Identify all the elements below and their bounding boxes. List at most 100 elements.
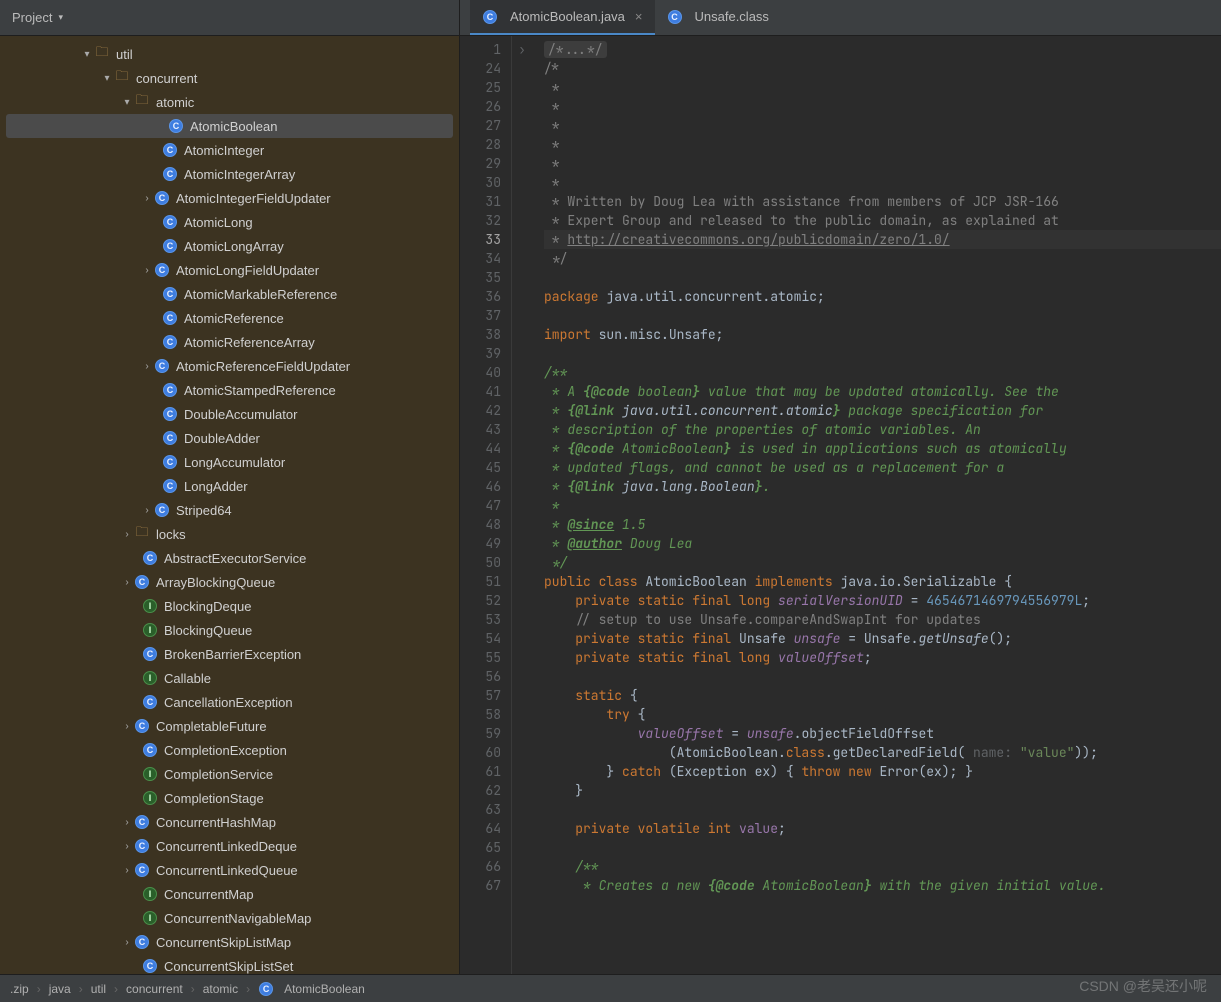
tree-row[interactable]: ›CConcurrentSkipListMap <box>0 930 459 954</box>
tree-row[interactable]: ›CAtomicLongFieldUpdater <box>0 258 459 282</box>
tree-row[interactable]: CAtomicReference <box>0 306 459 330</box>
tree-row[interactable]: ›CStriped64 <box>0 498 459 522</box>
code-line[interactable]: static { <box>544 686 1221 705</box>
tree-row[interactable]: ›CArrayBlockingQueue <box>0 570 459 594</box>
chevron-right-icon[interactable]: › <box>120 937 134 948</box>
chevron-right-icon[interactable]: › <box>140 265 154 276</box>
code-line[interactable]: // setup to use Unsafe.compareAndSwapInt… <box>544 610 1221 629</box>
code-line[interactable]: * Creates a new {@code AtomicBoolean} wi… <box>544 876 1221 895</box>
breadcrumb-item[interactable]: C AtomicBoolean <box>258 981 365 997</box>
code-line[interactable]: /** <box>544 857 1221 876</box>
chevron-right-icon[interactable]: › <box>140 193 154 204</box>
chevron-right-icon[interactable]: › <box>120 721 134 732</box>
chevron-right-icon[interactable]: › <box>140 361 154 372</box>
tree-row[interactable]: CAtomicMarkableReference <box>0 282 459 306</box>
code-line[interactable]: public class AtomicBoolean implements ja… <box>544 572 1221 591</box>
code-line[interactable]: * <box>544 97 1221 116</box>
tree-row[interactable]: IBlockingQueue <box>0 618 459 642</box>
code-line[interactable]: * http://creativecommons.org/publicdomai… <box>544 230 1221 249</box>
code-line[interactable]: } <box>544 781 1221 800</box>
tree-row[interactable]: CAtomicStampedReference <box>0 378 459 402</box>
tree-row[interactable]: CLongAdder <box>0 474 459 498</box>
chevron-right-icon[interactable]: › <box>120 865 134 876</box>
breadcrumb-item[interactable]: util <box>91 982 106 996</box>
code-line[interactable] <box>544 838 1221 857</box>
tree-row[interactable]: IConcurrentNavigableMap <box>0 906 459 930</box>
code-line[interactable]: * <box>544 135 1221 154</box>
tree-row[interactable]: ›CAtomicReferenceFieldUpdater <box>0 354 459 378</box>
code-line[interactable]: try { <box>544 705 1221 724</box>
code-line[interactable] <box>544 800 1221 819</box>
code-line[interactable]: * updated flags, and cannot be used as a… <box>544 458 1221 477</box>
tree-row[interactable]: CAtomicIntegerArray <box>0 162 459 186</box>
editor-tab[interactable]: CAtomicBoolean.java× <box>470 0 655 35</box>
tree-row[interactable]: CConcurrentSkipListSet <box>0 954 459 974</box>
tree-row[interactable]: CBrokenBarrierException <box>0 642 459 666</box>
code-line[interactable]: * @author Doug Lea <box>544 534 1221 553</box>
chevron-right-icon[interactable]: › <box>120 577 134 588</box>
breadcrumb-item[interactable]: atomic <box>203 982 238 996</box>
code-line[interactable]: * {@link java.util.concurrent.atomic} pa… <box>544 401 1221 420</box>
tree-row[interactable]: CDoubleAccumulator <box>0 402 459 426</box>
tree-row[interactable]: ICompletionService <box>0 762 459 786</box>
tree-row[interactable]: ▾🗀concurrent <box>0 66 459 90</box>
code-line[interactable]: * {@code AtomicBoolean} is used in appli… <box>544 439 1221 458</box>
tree-row[interactable]: CAtomicBoolean <box>6 114 453 138</box>
editor-tab[interactable]: CUnsafe.class <box>655 0 781 35</box>
breadcrumb-item[interactable]: .zip <box>10 982 29 996</box>
code-line[interactable]: * <box>544 154 1221 173</box>
code-line[interactable]: * <box>544 496 1221 515</box>
tree-row[interactable]: ›CConcurrentHashMap <box>0 810 459 834</box>
tree-row[interactable]: ›CConcurrentLinkedDeque <box>0 834 459 858</box>
code-line[interactable]: /* <box>544 59 1221 78</box>
chevron-right-icon[interactable]: › <box>140 505 154 516</box>
tree-row[interactable]: CAtomicInteger <box>0 138 459 162</box>
code-line[interactable]: * description of the properties of atomi… <box>544 420 1221 439</box>
tree-row[interactable]: ›🗀locks <box>0 522 459 546</box>
code-line[interactable]: import sun.misc.Unsafe; <box>544 325 1221 344</box>
tree-row[interactable]: IBlockingDeque <box>0 594 459 618</box>
tree-row[interactable]: CAtomicLong <box>0 210 459 234</box>
code-line[interactable] <box>544 268 1221 287</box>
tree-row[interactable]: CAtomicReferenceArray <box>0 330 459 354</box>
code-line[interactable]: valueOffset = unsafe.objectFieldOffset <box>544 724 1221 743</box>
tree-row[interactable]: CLongAccumulator <box>0 450 459 474</box>
code-line[interactable]: private static final Unsafe unsafe = Uns… <box>544 629 1221 648</box>
code-line[interactable]: */ <box>544 553 1221 572</box>
tree-row[interactable]: ICompletionStage <box>0 786 459 810</box>
code-line[interactable]: * <box>544 78 1221 97</box>
tree-row[interactable]: CAbstractExecutorService <box>0 546 459 570</box>
chevron-right-icon[interactable]: › <box>120 529 134 540</box>
code-line[interactable]: */ <box>544 249 1221 268</box>
chevron-right-icon[interactable]: › <box>120 841 134 852</box>
tree-row[interactable]: ▾🗀util <box>0 42 459 66</box>
tree-row[interactable]: CAtomicLongArray <box>0 234 459 258</box>
tree-row[interactable]: ▾🗀atomic <box>0 90 459 114</box>
code-line[interactable]: * <box>544 116 1221 135</box>
breadcrumb-bar[interactable]: .zip›java›util›concurrent›atomic›C Atomi… <box>0 974 1221 1002</box>
code-line[interactable] <box>544 667 1221 686</box>
project-tool-tab[interactable]: Project ▾ <box>0 0 460 35</box>
code-line[interactable]: private static final long valueOffset; <box>544 648 1221 667</box>
close-icon[interactable]: × <box>635 9 643 24</box>
code-line[interactable]: * A {@code boolean} value that may be up… <box>544 382 1221 401</box>
code-line[interactable] <box>544 344 1221 363</box>
code-line[interactable]: private volatile int value; <box>544 819 1221 838</box>
breadcrumb-item[interactable]: concurrent <box>126 982 183 996</box>
tree-row[interactable]: CCompletionException <box>0 738 459 762</box>
chevron-down-icon[interactable]: ▾ <box>80 49 94 60</box>
code-line[interactable]: * <box>544 173 1221 192</box>
code-line[interactable]: * @since 1.5 <box>544 515 1221 534</box>
project-tree[interactable]: ▾🗀util▾🗀concurrent▾🗀atomicCAtomicBoolean… <box>0 36 460 974</box>
code-line[interactable]: (AtomicBoolean.class.getDeclaredField( n… <box>544 743 1221 762</box>
tree-row[interactable]: ›CAtomicIntegerFieldUpdater <box>0 186 459 210</box>
tree-row[interactable]: CCancellationException <box>0 690 459 714</box>
chevron-down-icon[interactable]: ▾ <box>120 97 134 108</box>
code-line[interactable] <box>544 306 1221 325</box>
code-line[interactable]: } catch (Exception ex) { throw new Error… <box>544 762 1221 781</box>
code-line[interactable]: * {@link java.lang.Boolean}. <box>544 477 1221 496</box>
tree-row[interactable]: CDoubleAdder <box>0 426 459 450</box>
code-area[interactable]: /*...*//* * * * * * * * Written by Doug … <box>532 36 1221 974</box>
code-line[interactable]: * Expert Group and released to the publi… <box>544 211 1221 230</box>
code-line[interactable]: /*...*/ <box>544 40 1221 59</box>
